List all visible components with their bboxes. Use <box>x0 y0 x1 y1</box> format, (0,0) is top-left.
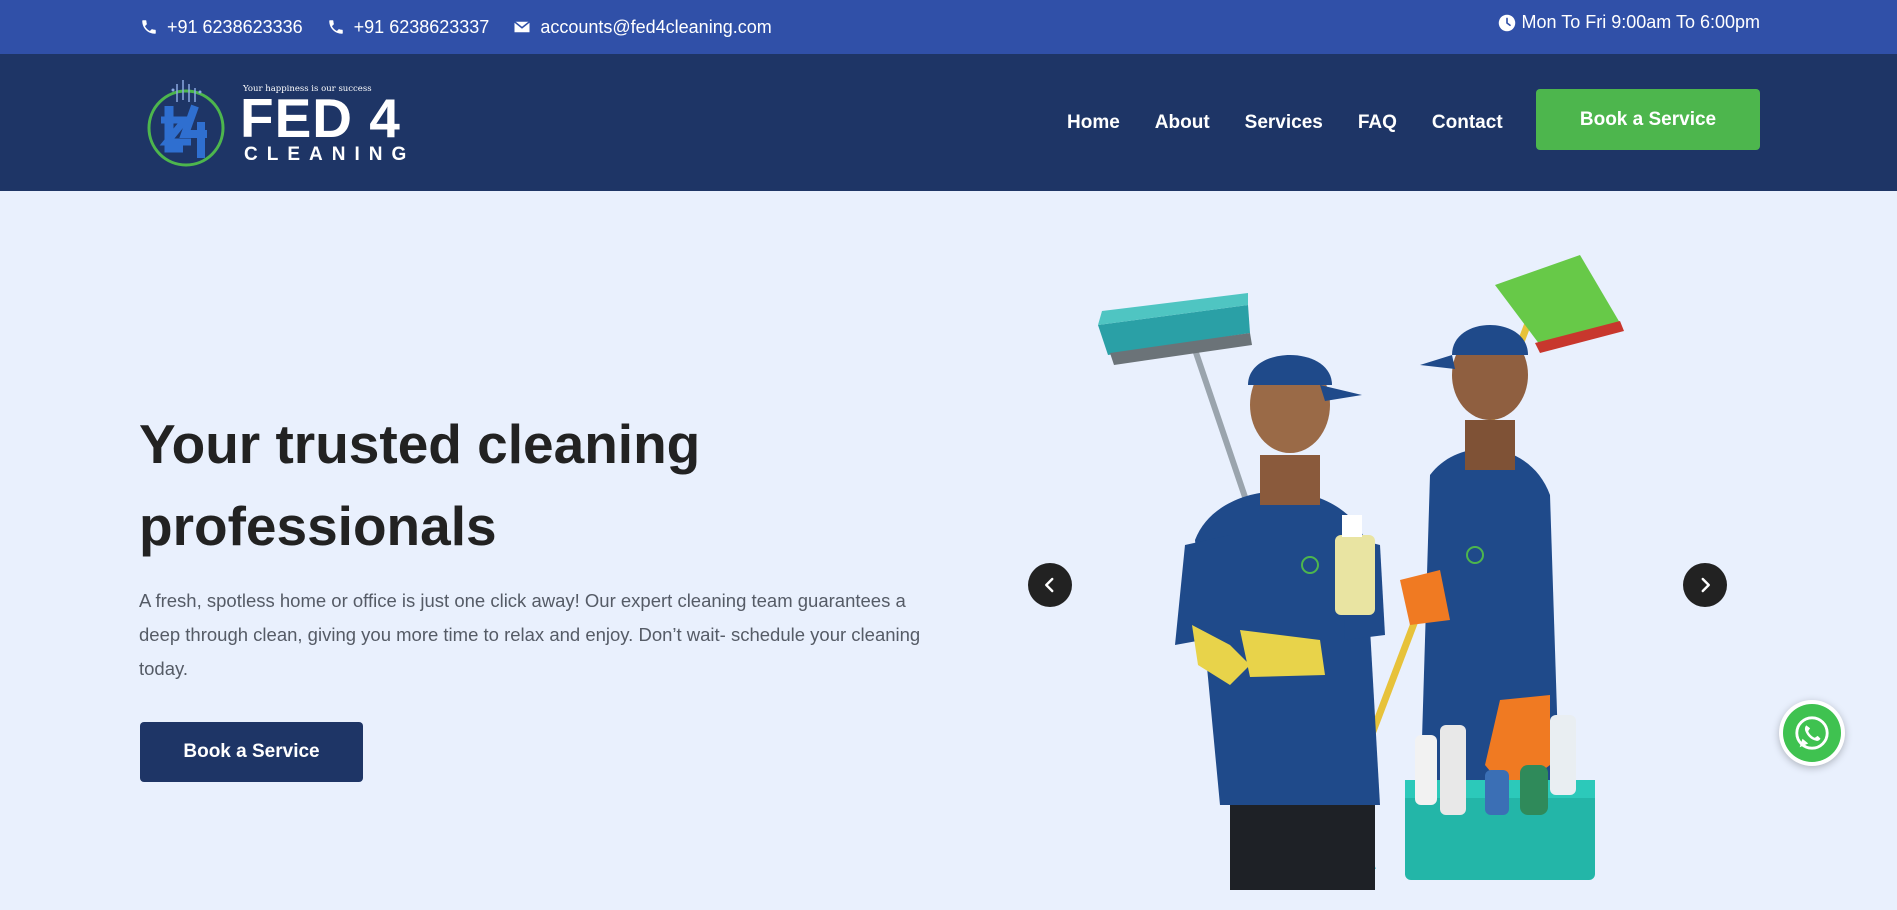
chevron-left-icon <box>1045 577 1054 593</box>
phone-1-text: +91 6238623336 <box>167 16 303 37</box>
business-hours: Mon To Fri 9:00am To 6:00pm <box>1498 12 1760 33</box>
clock-icon <box>1498 14 1515 31</box>
nav-contact[interactable]: Contact <box>1432 112 1503 134</box>
top-contact-bar: +91 6238623336 +91 6238623337 accounts@f… <box>0 0 1897 54</box>
site-logo[interactable]: Your happiness is our success FED 4 CLEA… <box>145 76 425 171</box>
whatsapp-button[interactable] <box>1779 700 1845 766</box>
phone-icon <box>142 20 156 34</box>
site-header: Your happiness is our success FED 4 CLEA… <box>0 54 1897 191</box>
email-text: accounts@fed4cleaning.com <box>540 16 772 37</box>
logo-name: FED 4 <box>240 87 401 149</box>
nav-about[interactable]: About <box>1155 112 1210 134</box>
hero-description: A fresh, spotless home or office is just… <box>139 590 921 679</box>
hero-book-service-button[interactable]: Book a Service <box>140 722 363 782</box>
hero-title: Your trusted cleaning professionals <box>139 413 701 557</box>
email-link[interactable]: accounts@fed4cleaning.com <box>513 16 772 38</box>
nav-faq[interactable]: FAQ <box>1358 112 1397 134</box>
whatsapp-icon <box>1795 716 1829 750</box>
phone-1[interactable]: +91 6238623336 <box>140 17 303 38</box>
logo-mark-icon <box>147 80 225 167</box>
whatsapp-badge <box>1783 704 1841 762</box>
nav-services[interactable]: Services <box>1245 112 1323 134</box>
chevron-right-icon <box>1701 577 1710 593</box>
envelope-icon <box>514 21 531 33</box>
phone-2-text: +91 6238623337 <box>353 16 490 37</box>
phone-2[interactable]: +91 6238623337 <box>327 16 490 38</box>
contact-info: +91 6238623336 +91 6238623337 accounts@f… <box>140 0 772 54</box>
carousel-next-button[interactable] <box>1683 563 1727 607</box>
logo-subtitle: CLEANING <box>244 144 416 165</box>
hero-cleaners-image <box>1098 255 1624 890</box>
header-book-service-button[interactable]: Book a Service <box>1536 89 1760 150</box>
nav-home[interactable]: Home <box>1067 112 1120 134</box>
main-nav: Home About Services FAQ Contact <box>1067 54 1503 191</box>
hours-text: Mon To Fri 9:00am To 6:00pm <box>1521 12 1760 32</box>
carousel-prev-button[interactable] <box>1028 563 1072 607</box>
phone-icon <box>328 20 343 34</box>
